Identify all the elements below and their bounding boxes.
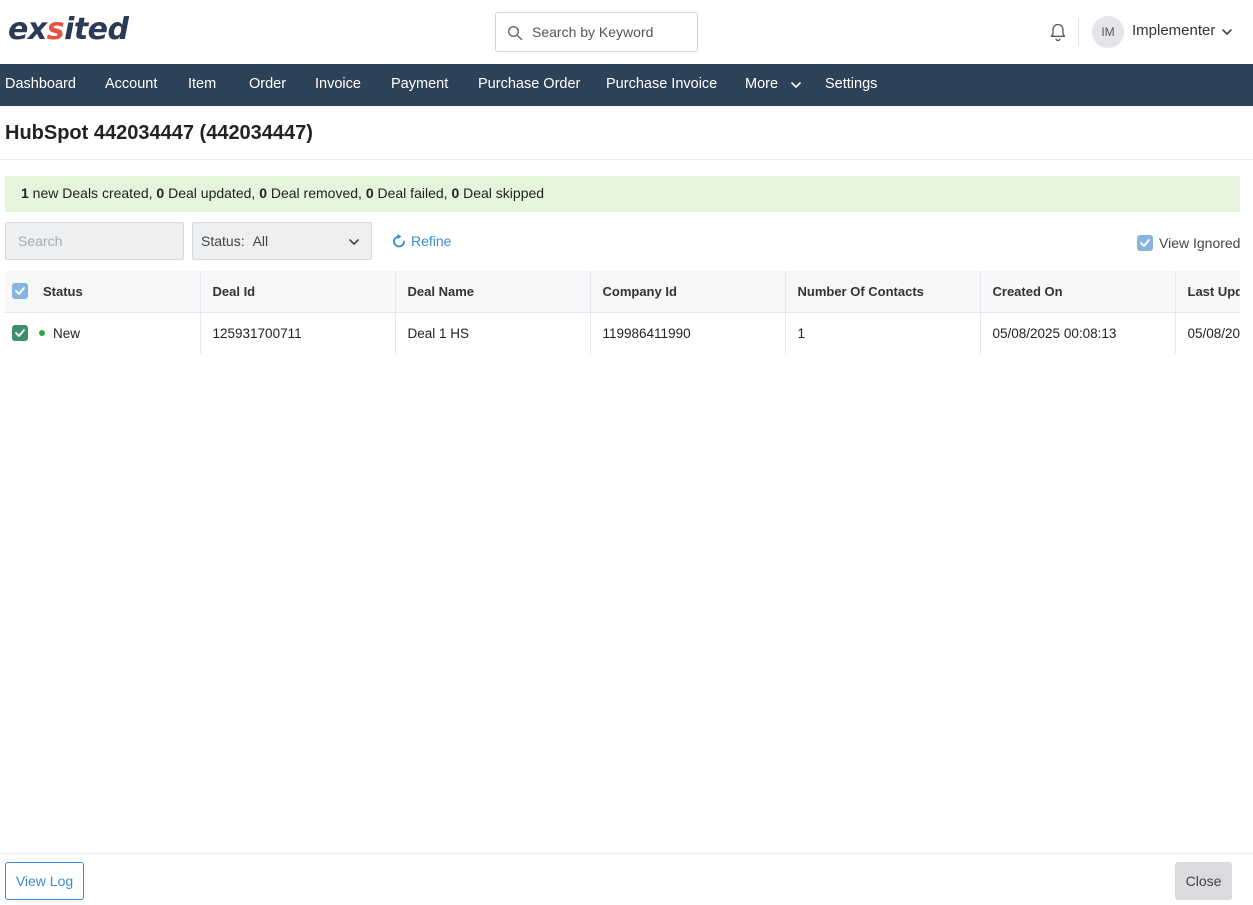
deals-table: Status Deal Id Deal Name Company Id Numb… [5, 271, 1240, 354]
number-of-contacts-cell: 1 [785, 312, 981, 354]
chevron-down-icon[interactable] [1220, 25, 1234, 39]
nav-item-purchase-invoice[interactable]: Purchase Invoice [606, 64, 717, 106]
checkbox-icon[interactable] [1137, 235, 1153, 252]
deal-name-cell: Deal 1 HS [395, 312, 591, 354]
column-header-status[interactable]: Status [5, 271, 201, 313]
refresh-icon [393, 233, 405, 248]
nav-item-dashboard[interactable]: Dashboard [5, 64, 76, 106]
column-label: Status [43, 283, 83, 299]
refine-label: Refine [411, 233, 452, 249]
title-divider [0, 159, 1253, 160]
row-checkbox[interactable] [12, 325, 28, 341]
column-header-deal-id[interactable]: Deal Id [200, 271, 396, 313]
status-text: New [53, 325, 81, 341]
company-id-cell: 119986411990 [590, 312, 786, 354]
view-ignored-toggle[interactable]: View Ignored [1137, 233, 1241, 252]
last-updated-on-cell: 05/08/2025 00:08:13 [1175, 312, 1240, 354]
nav-item-item[interactable]: Item [188, 64, 216, 106]
search-icon [507, 25, 523, 41]
logo-text-1: ex [8, 12, 47, 47]
header-divider [1078, 18, 1079, 46]
created-on-cell: 05/08/2025 00:08:13 [980, 312, 1176, 354]
table-search-input[interactable] [6, 223, 183, 259]
removed-text: Deal removed, [266, 185, 366, 201]
user-name[interactable]: Implementer [1132, 22, 1215, 39]
bell-icon[interactable] [1047, 21, 1069, 43]
main-nav: Dashboard Account Item Order Invoice Pay… [0, 64, 1253, 106]
refine-button[interactable]: Refine [391, 231, 451, 251]
view-log-button[interactable]: View Log [5, 862, 84, 900]
column-header-number-of-contacts[interactable]: Number Of Contacts [785, 271, 981, 313]
status-filter-label: Status: [201, 233, 245, 249]
nav-item-more[interactable]: More [745, 64, 778, 106]
column-header-deal-name[interactable]: Deal Name [395, 271, 591, 313]
removed-count: 0 [259, 185, 267, 201]
nav-item-invoice[interactable]: Invoice [315, 64, 361, 106]
close-button[interactable]: Close [1175, 862, 1232, 900]
chevron-down-icon[interactable] [789, 78, 803, 92]
column-header-created-on[interactable]: Created On [980, 271, 1176, 313]
nav-item-purchase-order[interactable]: Purchase Order [478, 64, 580, 106]
status-filter-select[interactable]: Status: All [192, 222, 372, 260]
table-header-row: Status Deal Id Deal Name Company Id Numb… [5, 271, 1240, 313]
table-search[interactable] [5, 222, 184, 260]
page-title: HubSpot 442034447 (442034447) [5, 122, 313, 144]
created-text: new Deals created, [28, 185, 157, 201]
status-filter-value: All [252, 233, 269, 249]
select-all-checkbox[interactable] [12, 283, 28, 300]
sync-summary-banner: 1 new Deals created, 0 Deal updated, 0 D… [5, 176, 1240, 212]
logo-text-accent: s [46, 12, 65, 47]
nav-item-order[interactable]: Order [249, 64, 286, 106]
logo-text-2: ited [64, 12, 129, 47]
updated-text: Deal updated, [164, 185, 260, 201]
table-row[interactable]: New 125931700711 Deal 1 HS 119986411990 … [5, 312, 1240, 354]
column-header-company-id[interactable]: Company Id [590, 271, 786, 313]
skipped-text: Deal skipped [459, 185, 545, 201]
nav-item-payment[interactable]: Payment [391, 64, 448, 106]
top-header: exsited IM Implementer [0, 0, 1253, 64]
exsited-logo[interactable]: exsited [8, 12, 129, 48]
column-header-last-updated-on[interactable]: Last Updated On [1175, 271, 1240, 313]
nav-item-settings[interactable]: Settings [825, 64, 877, 106]
deal-id-cell: 125931700711 [200, 312, 396, 354]
created-count: 1 [21, 185, 29, 201]
failed-text: Deal failed, [373, 185, 452, 201]
footer-divider [0, 853, 1253, 854]
failed-count: 0 [365, 185, 374, 201]
chevron-down-icon [349, 239, 359, 245]
nav-item-account[interactable]: Account [105, 64, 157, 106]
global-search-input[interactable] [532, 21, 692, 43]
view-ignored-label: View Ignored [1159, 235, 1241, 252]
status-cell: New [5, 312, 201, 354]
global-search[interactable] [495, 12, 698, 52]
avatar[interactable]: IM [1092, 16, 1124, 48]
status-dot-icon [39, 330, 45, 336]
